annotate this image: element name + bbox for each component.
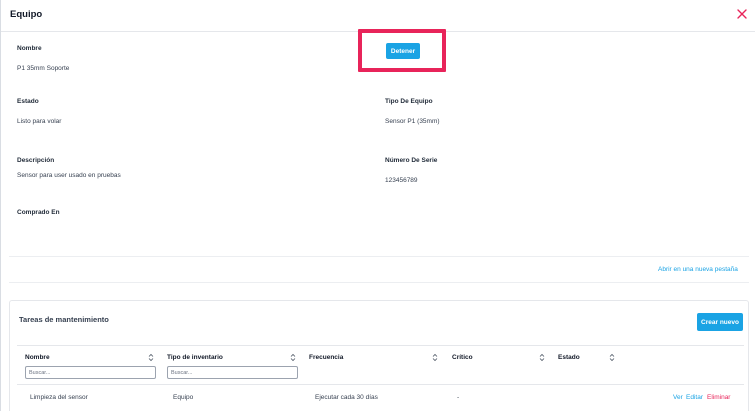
descripcion-value: Sensor para user usado en pruebas	[17, 172, 121, 179]
col-head-critico[interactable]: Crítico	[452, 354, 473, 361]
estado-label: Estado	[17, 98, 39, 105]
maintenance-card: Tareas de mantenimiento Crear nuevo Nomb…	[9, 300, 749, 411]
view-link[interactable]: Ver	[673, 394, 683, 401]
filter-input-tipo[interactable]	[167, 366, 298, 379]
col-head-tipo[interactable]: Tipo de inventario	[167, 354, 223, 361]
cell-frecuencia: Ejecutar cada 30 días	[315, 394, 378, 401]
divider	[9, 256, 749, 257]
sort-icon[interactable]	[148, 353, 154, 362]
detener-button[interactable]: Detener	[386, 43, 420, 59]
cell-nombre: Limpieza del sensor	[30, 394, 88, 401]
modal-title: Equipo	[10, 9, 43, 20]
sort-icon[interactable]	[609, 353, 615, 362]
sort-icon[interactable]	[290, 353, 296, 362]
delete-link[interactable]: Eliminar	[707, 394, 730, 401]
edit-link[interactable]: Editar	[686, 394, 703, 401]
equipment-modal: Equipo Nombre P1 35mm Soporte Detener Es…	[0, 0, 755, 411]
close-button[interactable]	[736, 8, 748, 20]
numero-serie-value: 123456789	[385, 177, 418, 184]
numero-serie-label: Número De Serie	[385, 157, 438, 164]
table-header: Nombre Tipo de inventario Frecuencia Crí…	[17, 345, 744, 385]
cell-critico: -	[457, 394, 460, 401]
modal-header: Equipo	[1, 0, 755, 32]
descripcion-label: Descripción	[17, 157, 55, 164]
col-head-estado[interactable]: Estado	[558, 354, 580, 361]
col-head-frecuencia[interactable]: Frecuencia	[309, 354, 343, 361]
cell-tipo: Equipo	[173, 394, 194, 401]
estado-value: Listo para volar	[17, 118, 62, 125]
open-new-tab-link[interactable]: Abrir en una nueva pestaña	[658, 266, 738, 273]
filter-input-nombre[interactable]	[25, 366, 156, 379]
comprado-en-label: Comprado En	[17, 209, 60, 216]
sort-icon[interactable]	[432, 353, 438, 362]
col-head-nombre[interactable]: Nombre	[25, 354, 50, 361]
tipo-equipo-value: Sensor P1 (35mm)	[385, 118, 440, 125]
tipo-equipo-label: Tipo De Equipo	[385, 98, 433, 105]
nombre-value: P1 35mm Soporte	[17, 65, 70, 72]
sort-icon[interactable]	[539, 353, 545, 362]
divider	[9, 282, 749, 283]
create-new-button[interactable]: Crear nuevo	[697, 313, 743, 331]
close-icon	[737, 9, 747, 19]
maintenance-title: Tareas de mantenimiento	[19, 315, 109, 324]
nombre-label: Nombre	[17, 45, 42, 52]
